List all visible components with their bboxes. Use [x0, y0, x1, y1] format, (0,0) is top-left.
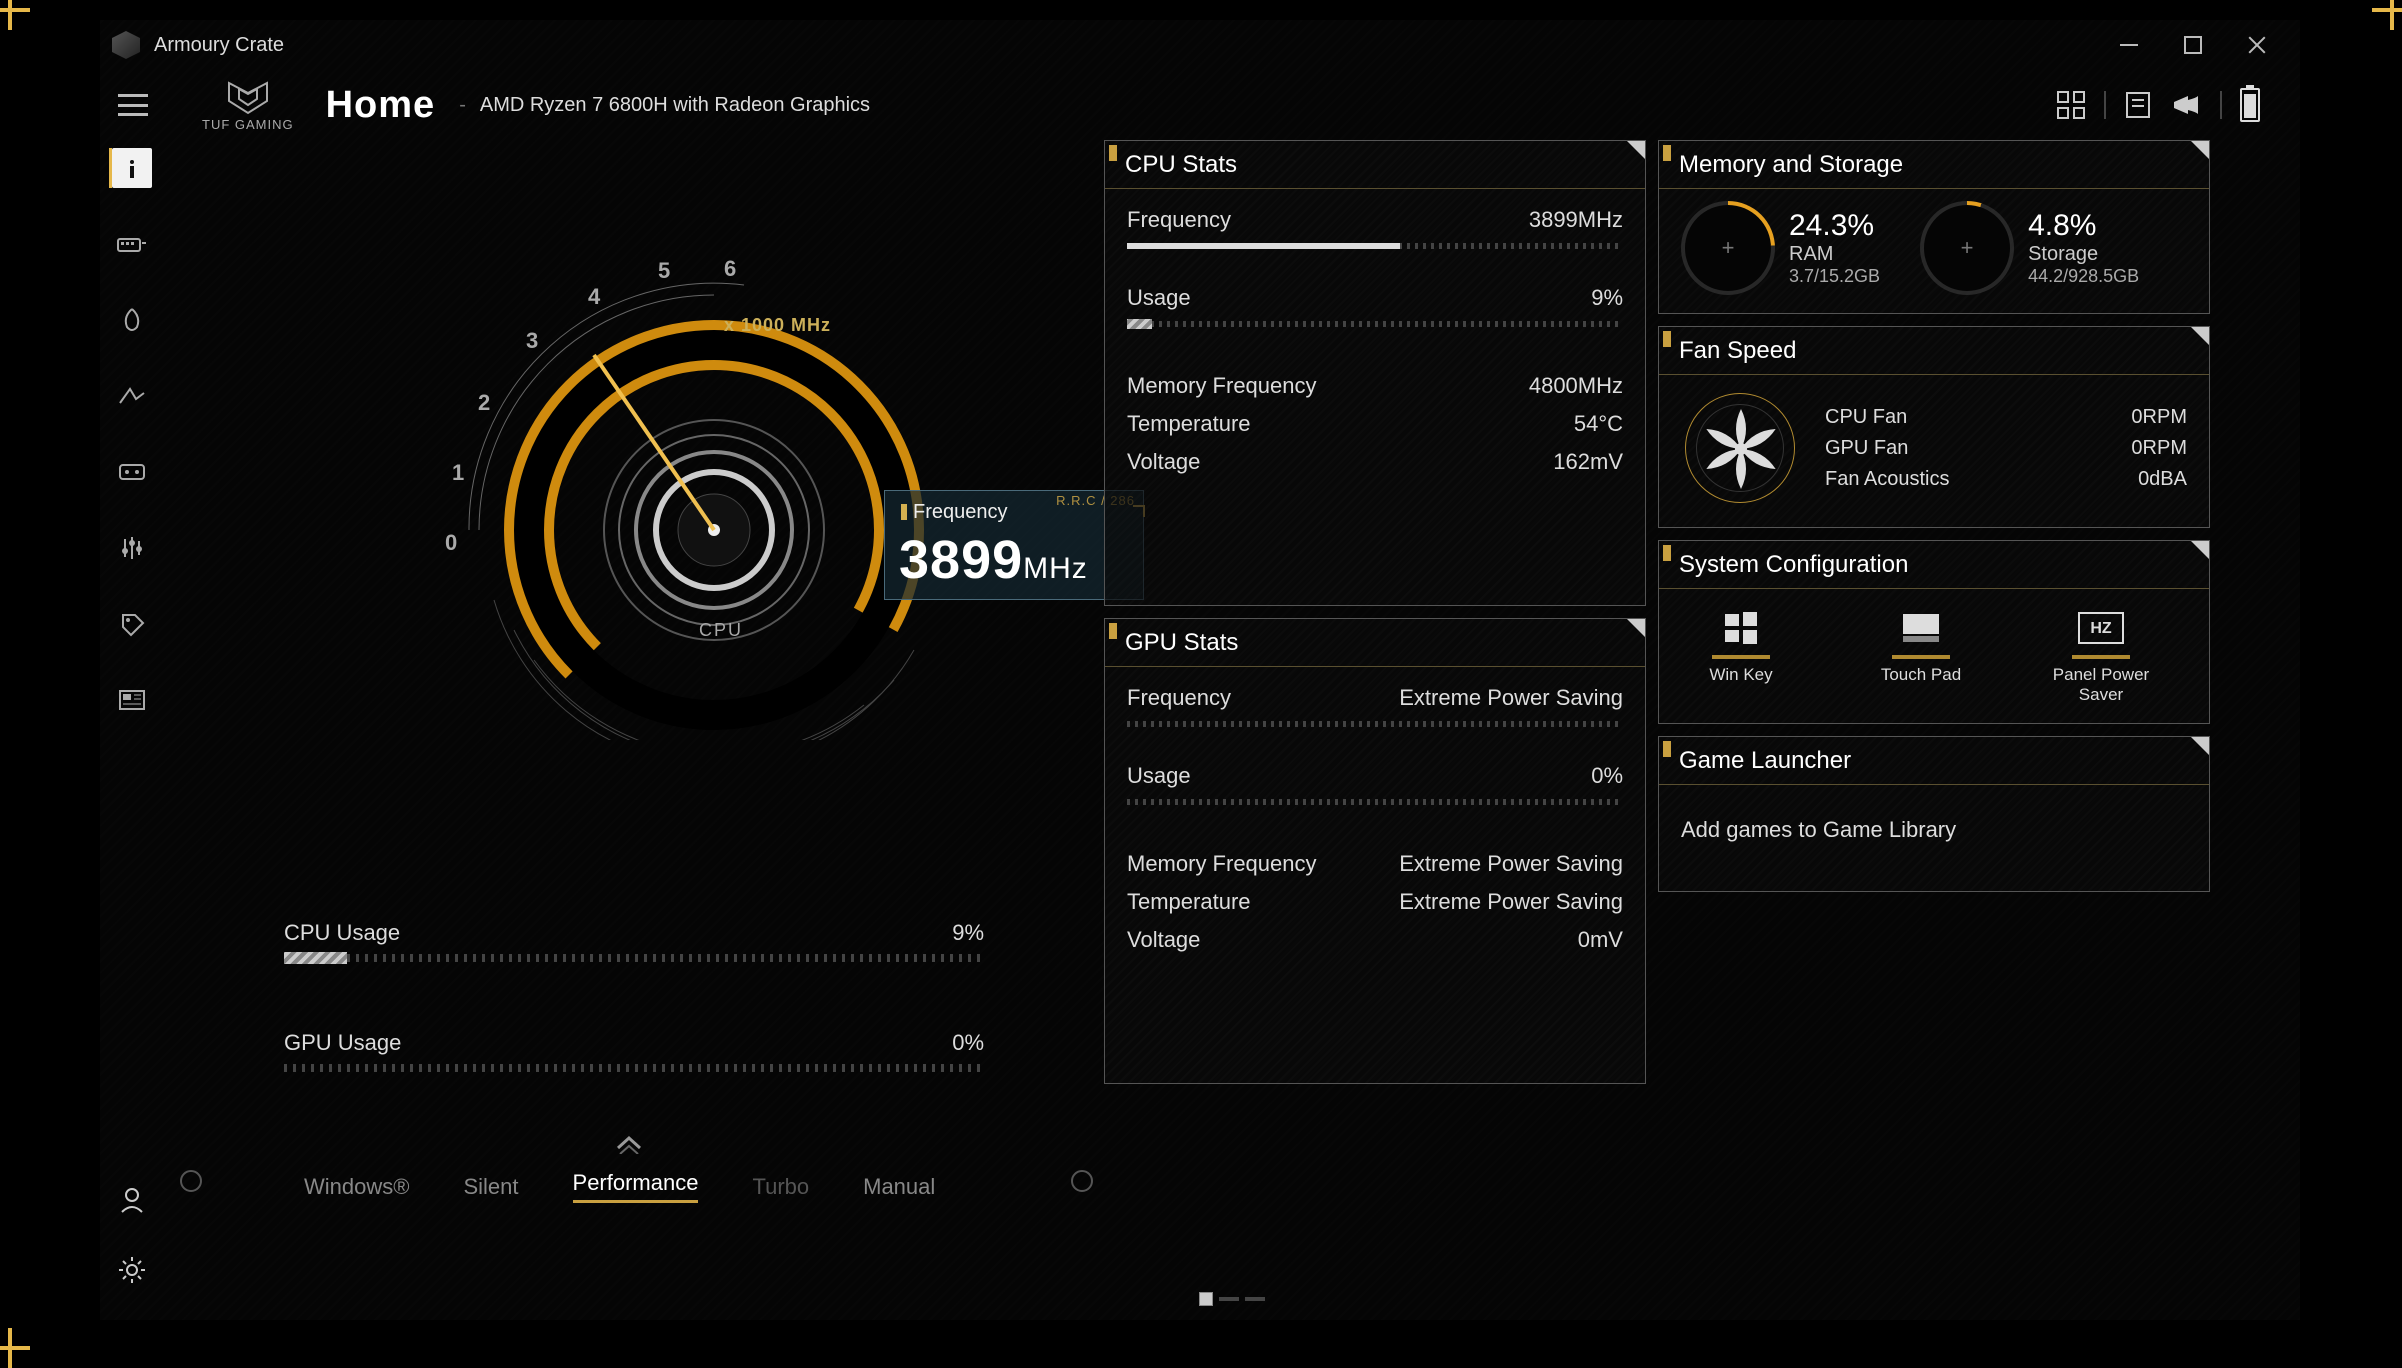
touchpad-icon	[1892, 601, 1950, 659]
corner-deco-icon	[1069, 1168, 1095, 1199]
sidebar-item-account[interactable]	[112, 1180, 152, 1220]
gauge-device-label: CPU	[699, 620, 743, 641]
battery-icon[interactable]	[2240, 88, 2260, 122]
gpu-stats-panel: GPU Stats FrequencyExtreme Power Saving …	[1104, 618, 1646, 1084]
chevron-up-icon	[614, 1132, 644, 1160]
toggle-panel-saver[interactable]: HZ Panel Power Saver	[2041, 601, 2161, 705]
sidebar-item-gamevisual[interactable]	[112, 452, 152, 492]
mode-silent[interactable]: Silent	[463, 1174, 518, 1200]
storage-dial	[1920, 201, 2014, 295]
toggle-winkey[interactable]: Win Key	[1681, 601, 1801, 705]
gauge-dial	[264, 180, 1164, 740]
hz-icon: HZ	[2072, 601, 2130, 659]
fan-speed-panel: Fan Speed CPU Fan0RPM GPU Fan0RPM Fan Ac…	[1658, 326, 2210, 528]
mode-windows[interactable]: Windows®	[304, 1174, 409, 1200]
sidebar-item-deals[interactable]	[112, 604, 152, 644]
svg-text:HZ: HZ	[2090, 620, 2112, 637]
fan-icon	[1685, 393, 1795, 503]
cpu-frequency-gauge: x 1000 MHz CPU 0 1 2 3 4 5 6 R.R.C / 286…	[264, 180, 1164, 880]
sidebar-item-scenario[interactable]	[112, 528, 152, 568]
dashboard-icon[interactable]	[2056, 90, 2086, 120]
app-window: Armoury Crate TUF GAMING Home - AMD Ryze…	[100, 20, 2300, 1320]
windows-icon	[1712, 601, 1770, 659]
launcher-empty-text: Add games to Game Library	[1681, 817, 1956, 842]
calibration-cross	[0, 1328, 30, 1368]
mode-performance[interactable]: Performance	[573, 1170, 699, 1203]
gauge-scale-label: x 1000 MHz	[724, 315, 831, 336]
header: TUF GAMING Home - AMD Ryzen 7 6800H with…	[100, 70, 2300, 140]
maximize-button[interactable]	[2180, 32, 2206, 58]
memory-storage-panel: Memory and Storage 24.3% RAM 3.7/15.2GB	[1658, 140, 2210, 314]
titlebar: Armoury Crate	[100, 20, 2300, 70]
sidebar-item-aura[interactable]	[112, 300, 152, 340]
operating-mode-tabs: Windows® Silent Performance Turbo Manual	[304, 1170, 1104, 1203]
sidebar-item-devices[interactable]	[112, 224, 152, 264]
sidebar-nav	[100, 140, 164, 720]
notes-icon[interactable]	[2124, 90, 2152, 120]
gpu-usage-bar: GPU Usage0%	[284, 1030, 984, 1072]
minimize-button[interactable]	[2116, 32, 2142, 58]
corner-deco-icon	[178, 1168, 204, 1199]
calibration-cross	[0, 0, 30, 30]
menu-icon[interactable]	[118, 94, 148, 116]
game-launcher-panel[interactable]: Game Launcher Add games to Game Library	[1658, 736, 2210, 892]
page-title: Home	[326, 84, 436, 127]
cpu-stats-panel: CPU Stats Frequency3899MHz Usage9% Memor…	[1104, 140, 1646, 606]
app-logo-icon	[112, 31, 140, 59]
toggle-touchpad[interactable]: Touch Pad	[1861, 601, 1981, 705]
close-button[interactable]	[2244, 32, 2270, 58]
cpu-usage-bar: CPU Usage9%	[284, 920, 984, 962]
sidebar-item-content[interactable]	[112, 680, 152, 720]
ram-dial	[1681, 201, 1775, 295]
carousel-indicator[interactable]	[1199, 1292, 1265, 1306]
calibration-cross	[2372, 0, 2402, 30]
sidebar-item-featured[interactable]	[112, 376, 152, 416]
mode-turbo[interactable]: Turbo	[752, 1174, 809, 1200]
brand-logo: TUF GAMING	[202, 79, 294, 132]
announcement-icon[interactable]	[2170, 90, 2202, 120]
app-name: Armoury Crate	[154, 34, 284, 57]
sidebar-item-home[interactable]	[112, 148, 152, 188]
sidebar-item-settings[interactable]	[112, 1250, 152, 1290]
cpu-model: AMD Ryzen 7 6800H with Radeon Graphics	[480, 94, 870, 117]
mode-manual[interactable]: Manual	[863, 1174, 935, 1200]
system-config-panel: System Configuration Win Key Touch Pad H…	[1658, 540, 2210, 724]
